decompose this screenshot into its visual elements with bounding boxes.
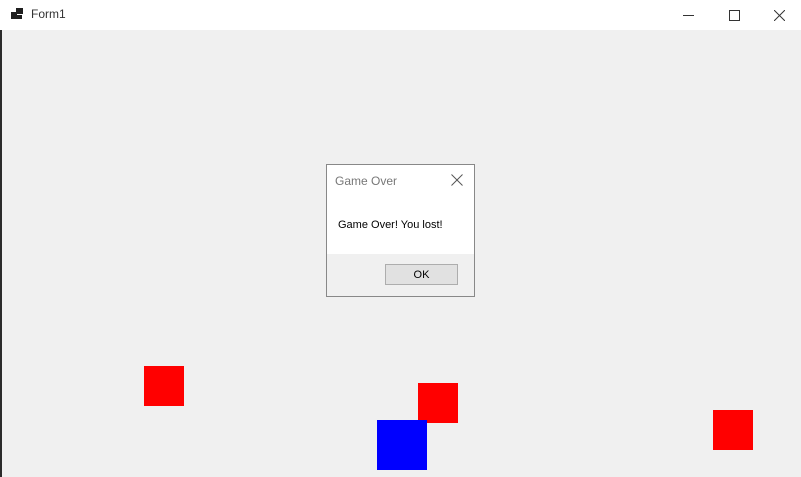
minimize-icon xyxy=(682,14,694,16)
maximize-button[interactable] xyxy=(711,0,757,30)
game-window: Form1 Game Over Game Over! You lost! OK xyxy=(0,0,801,477)
game-over-dialog: Game Over Game Over! You lost! OK xyxy=(326,164,475,297)
window-title: Form1 xyxy=(31,7,66,21)
form-app-icon xyxy=(11,8,23,19)
enemy-square xyxy=(418,383,458,423)
enemy-square xyxy=(144,366,184,406)
ok-button[interactable]: OK xyxy=(385,264,458,285)
dialog-footer: OK xyxy=(327,254,474,296)
minimize-button[interactable] xyxy=(665,0,711,30)
dialog-message: Game Over! You lost! xyxy=(338,219,443,231)
player-square xyxy=(377,420,427,470)
close-icon xyxy=(773,9,785,21)
title-bar[interactable]: Form1 xyxy=(0,0,801,30)
window-border xyxy=(0,30,2,477)
dialog-title: Game Over xyxy=(335,174,398,188)
close-icon xyxy=(451,174,463,186)
dialog-close-button[interactable] xyxy=(450,173,464,187)
enemy-square xyxy=(713,410,753,450)
window-close-button[interactable] xyxy=(756,0,801,30)
maximize-icon xyxy=(728,9,740,21)
